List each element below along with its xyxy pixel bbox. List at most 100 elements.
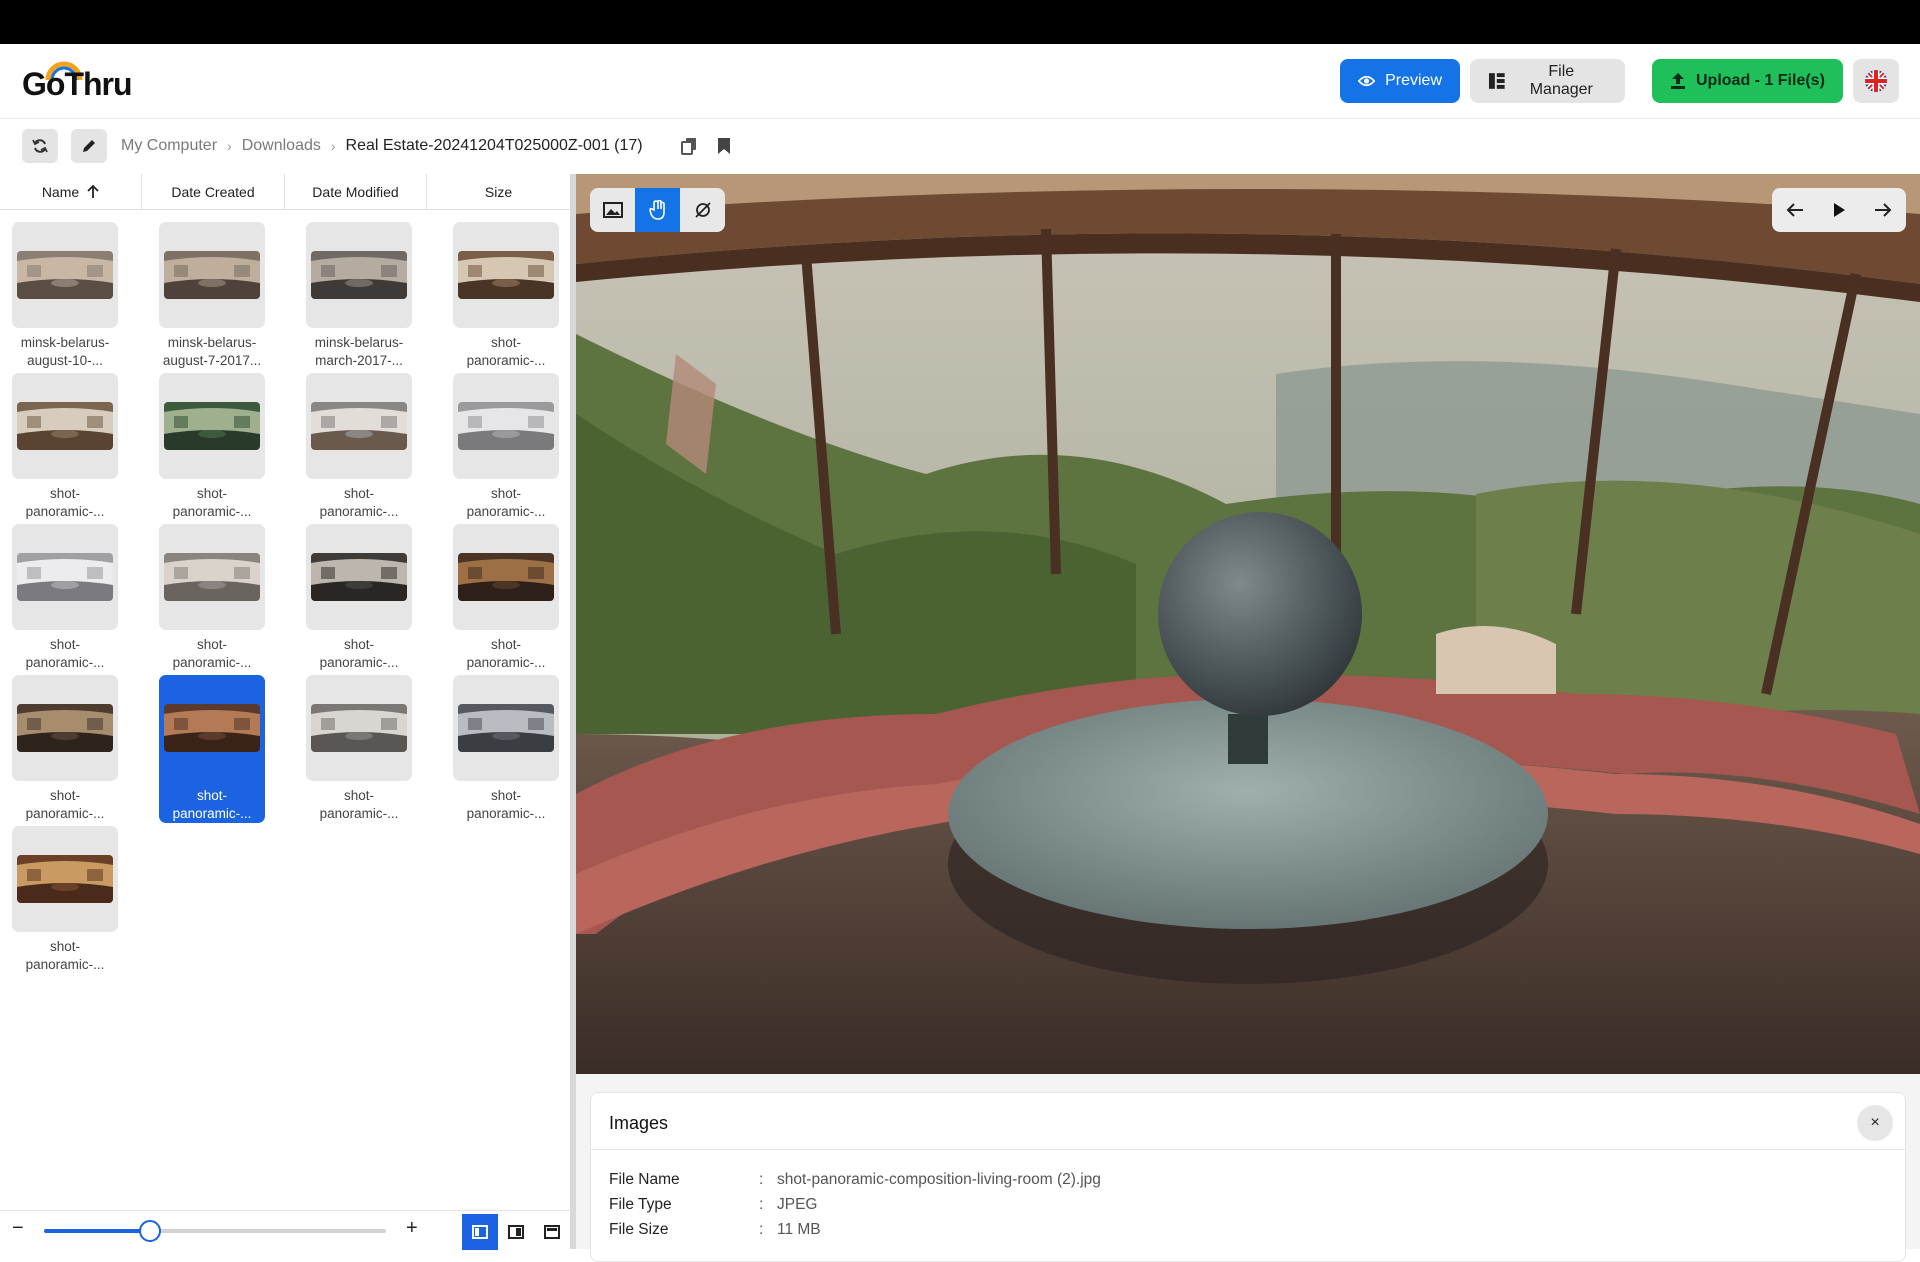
file-name-label: shot-panoramic-... — [159, 636, 265, 672]
language-button[interactable] — [1853, 59, 1899, 103]
info-key: File Type — [609, 1196, 672, 1213]
panorama-viewer[interactable] — [576, 174, 1920, 1074]
refresh-icon — [32, 139, 48, 153]
panorama-thumbnail-image — [17, 553, 113, 601]
divider — [591, 1149, 1905, 1150]
play-icon[interactable] — [1832, 202, 1846, 218]
close-icon[interactable]: × — [1857, 1105, 1893, 1141]
breadcrumb-item[interactable]: My Computer — [121, 137, 217, 155]
file-name-label: minsk-belarus-august-7-2017... — [159, 334, 265, 370]
file-name-line: panoramic-... — [172, 655, 252, 670]
hand-icon — [648, 200, 665, 220]
file-name-line: shot- — [490, 486, 521, 501]
arrow-right-icon[interactable] — [1874, 202, 1892, 218]
layout-top-icon — [544, 1225, 560, 1239]
panorama-thumbnail-image — [458, 402, 554, 450]
file-info-area: Images × File Name: shot-panoramic-compos… — [576, 1074, 1920, 1262]
bookmark-icon[interactable] — [717, 137, 731, 160]
file-thumbnail[interactable]: shot-panoramic-... — [12, 524, 118, 674]
file-thumbnail[interactable]: shot-panoramic-... — [306, 675, 412, 825]
file-name-label: shot-panoramic-... — [12, 485, 118, 521]
column-header-name[interactable]: Name — [0, 174, 142, 210]
file-name-line: panoramic-... — [319, 806, 399, 821]
file-name-line: shot- — [49, 939, 80, 954]
file-thumbnail[interactable]: shot-panoramic-... — [159, 373, 265, 523]
upload-icon — [1671, 73, 1685, 89]
file-name-label: shot-panoramic-... — [159, 787, 265, 823]
file-name-label: shot-panoramic-... — [159, 485, 265, 521]
top-black-bar — [0, 0, 1920, 44]
file-thumbnail[interactable]: shot-panoramic-... — [159, 675, 265, 823]
panorama-thumbnail-image — [311, 553, 407, 601]
column-header-date-created[interactable]: Date Created — [142, 174, 285, 210]
view-list-button[interactable] — [534, 1214, 570, 1250]
preview-button[interactable]: Preview — [1340, 59, 1460, 103]
zoom-slider[interactable] — [44, 1220, 386, 1242]
file-manager-icon — [1488, 73, 1505, 89]
file-name-line: panoramic-... — [466, 655, 546, 670]
info-value: shot-panoramic-composition-living-room (… — [777, 1171, 1101, 1188]
file-name-label: minsk-belarus-march-2017-... — [306, 334, 412, 370]
column-label: Size — [484, 184, 513, 200]
file-info-panel: Images × File Name: shot-panoramic-compos… — [590, 1092, 1906, 1262]
file-browser-panel: Name Date Created Date Modified Size min… — [0, 174, 570, 1249]
refresh-button[interactable] — [22, 129, 58, 163]
file-name-line: panoramic-... — [466, 353, 546, 368]
rotate-mode-button[interactable] — [680, 188, 725, 232]
zoom-toolbar: − + — [0, 1210, 570, 1250]
file-thumbnail[interactable]: shot-panoramic-... — [306, 373, 412, 523]
view-split-button[interactable] — [498, 1214, 534, 1250]
file-thumbnail[interactable]: minsk-belarus-march-2017-... — [306, 222, 412, 372]
breadcrumb: My Computer › Downloads › Real Estate-20… — [121, 137, 643, 155]
file-thumbnail[interactable]: shot-panoramic-... — [453, 222, 559, 372]
file-thumbnail[interactable]: shot-panoramic-... — [12, 826, 118, 976]
file-manager-button[interactable]: File Manager — [1470, 59, 1625, 103]
file-thumbnail[interactable]: shot-panoramic-... — [12, 373, 118, 523]
column-header-date-modified[interactable]: Date Modified — [285, 174, 427, 210]
gothru-logo[interactable]: GoThru — [22, 61, 133, 102]
zoom-out-button[interactable]: − — [12, 1217, 24, 1240]
zoom-slider-handle[interactable] — [139, 1220, 162, 1242]
info-row: File Name: shot-panoramic-composition-liv… — [609, 1167, 1101, 1192]
image-mode-button[interactable] — [590, 188, 635, 232]
arrow-left-icon[interactable] — [1786, 202, 1804, 218]
file-thumbnail[interactable]: shot-panoramic-... — [12, 675, 118, 825]
pan-mode-button[interactable] — [635, 188, 680, 232]
edit-button[interactable] — [71, 129, 107, 163]
view-grid-button[interactable] — [462, 1214, 498, 1250]
file-name-line: minsk-belarus- — [167, 335, 257, 350]
file-name-line: shot- — [49, 788, 80, 803]
layout-sidebar-icon — [472, 1225, 488, 1239]
file-thumbnail[interactable]: minsk-belarus-august-7-2017... — [159, 222, 265, 372]
info-separator: : — [759, 1221, 764, 1238]
zoom-in-button[interactable]: + — [406, 1217, 418, 1240]
viewer-navigation — [1772, 188, 1906, 232]
column-header-size[interactable]: Size — [427, 174, 570, 210]
file-name-line: panoramic-... — [319, 655, 399, 670]
file-thumbnail[interactable]: minsk-belarus-august-10-... — [12, 222, 118, 372]
file-thumbnail[interactable]: shot-panoramic-... — [453, 373, 559, 523]
file-name-line: minsk-belarus- — [314, 335, 404, 350]
chevron-right-icon: › — [330, 138, 336, 154]
panorama-image[interactable] — [576, 174, 1920, 1074]
file-name-line: shot- — [49, 486, 80, 501]
info-value: 11 MB — [777, 1221, 821, 1238]
file-thumbnail[interactable]: shot-panoramic-... — [306, 524, 412, 674]
file-name-label: shot-panoramic-... — [12, 636, 118, 672]
app-header: GoThru Preview File Manager Upload - 1 F… — [0, 44, 1920, 119]
upload-label: Upload - 1 File(s) — [1696, 72, 1825, 89]
file-thumbnail[interactable]: shot-panoramic-... — [453, 524, 559, 674]
upload-button[interactable]: Upload - 1 File(s) — [1652, 59, 1843, 103]
breadcrumb-item[interactable]: Downloads — [242, 137, 321, 155]
file-name-line: shot- — [490, 637, 521, 652]
file-thumbnail[interactable]: shot-panoramic-... — [453, 675, 559, 825]
layout-split-icon — [508, 1225, 524, 1239]
breadcrumb-current[interactable]: Real Estate-20241204T025000Z-001 (17) — [346, 137, 643, 155]
file-name-label: shot-panoramic-... — [12, 787, 118, 823]
uk-flag-icon — [1865, 70, 1887, 92]
copy-path-icon[interactable] — [681, 137, 697, 160]
pencil-icon — [83, 140, 95, 152]
breadcrumb-bar: My Computer › Downloads › Real Estate-20… — [0, 120, 1920, 174]
file-thumbnail[interactable]: shot-panoramic-... — [159, 524, 265, 674]
file-name-line: shot- — [196, 637, 227, 652]
